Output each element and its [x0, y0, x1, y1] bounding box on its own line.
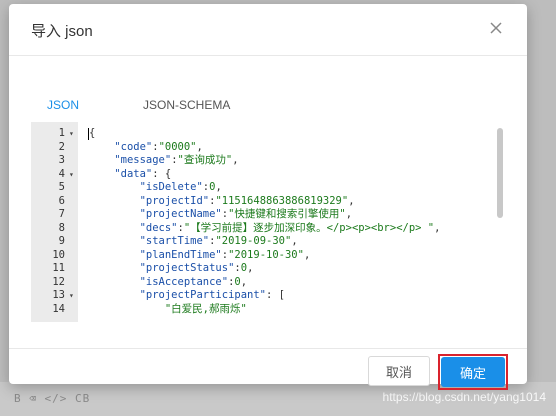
- line-number: 12: [52, 275, 65, 288]
- ok-button[interactable]: 确定: [441, 357, 505, 387]
- code-line: "白爱民,郝雨烁": [164, 302, 247, 315]
- close-button[interactable]: [489, 20, 505, 36]
- json-editor[interactable]: 1 ▾ {2 "code":"0000", 3 "message":"查询成功", 4 ▾…: [31, 122, 507, 322]
- code-line: "data": {: [114, 167, 172, 180]
- line-number: 13: [52, 289, 65, 301]
- dialog-title: 导入 json: [31, 23, 93, 40]
- import-json-dialog: 导入 json JSON JSON-SCHEMA 1 ▾ {2 "code":"00…: [9, 4, 527, 384]
- line-number: 9: [58, 235, 65, 247]
- code-line: "message":"查询成功",: [114, 154, 239, 166]
- line-number: 4: [58, 167, 65, 180]
- code-line: "decs":"【学习前提】逐步加深印象。</p><p><br></p> ",: [139, 221, 441, 234]
- close-icon: [490, 22, 502, 34]
- line-number: 10: [52, 248, 65, 261]
- code-line: "code":"0000",: [114, 140, 203, 153]
- line-number: 14: [52, 302, 65, 315]
- line-number: 7: [58, 208, 65, 220]
- cancel-button[interactable]: 取消: [368, 356, 430, 386]
- line-number: 1: [58, 127, 65, 139]
- code-line: "projectId":"1151648863886819329",: [139, 194, 355, 207]
- fold-toggle-icon[interactable]: ▾: [69, 127, 74, 141]
- dialog-header: 导入 json: [9, 4, 527, 56]
- code-line: "isAcceptance":0,: [139, 275, 248, 288]
- code-line: "projectName":"快捷键和搜索引擎使用",: [139, 208, 353, 220]
- code-line: {: [89, 127, 96, 139]
- code-line: "planEndTime":"2019-10-30",: [139, 248, 311, 261]
- line-number: 5: [58, 181, 65, 193]
- code-line: "startTime":"2019-09-30",: [139, 235, 298, 247]
- editor-scrollbar[interactable]: [497, 128, 503, 218]
- fold-toggle-icon[interactable]: ▾: [69, 168, 74, 182]
- code-line: "isDelete":0,: [139, 181, 222, 193]
- line-number: 6: [58, 194, 65, 207]
- tab-json-schema[interactable]: JSON-SCHEMA: [143, 98, 230, 112]
- fold-toggle-icon[interactable]: ▾: [69, 289, 74, 303]
- line-number: 2: [58, 140, 65, 153]
- text-cursor: [88, 128, 89, 140]
- tab-json[interactable]: JSON: [47, 98, 79, 112]
- watermark: https://blog.csdn.net/yang1014: [382, 390, 546, 404]
- code-line: "projectStatus":0,: [139, 262, 254, 274]
- line-number: 3: [58, 154, 65, 166]
- line-number: 8: [58, 221, 65, 234]
- background-toolbar-icons: B ⌫ </> CB: [14, 392, 91, 405]
- code-line: "projectParticipant": [: [139, 289, 285, 301]
- line-number: 11: [52, 262, 65, 274]
